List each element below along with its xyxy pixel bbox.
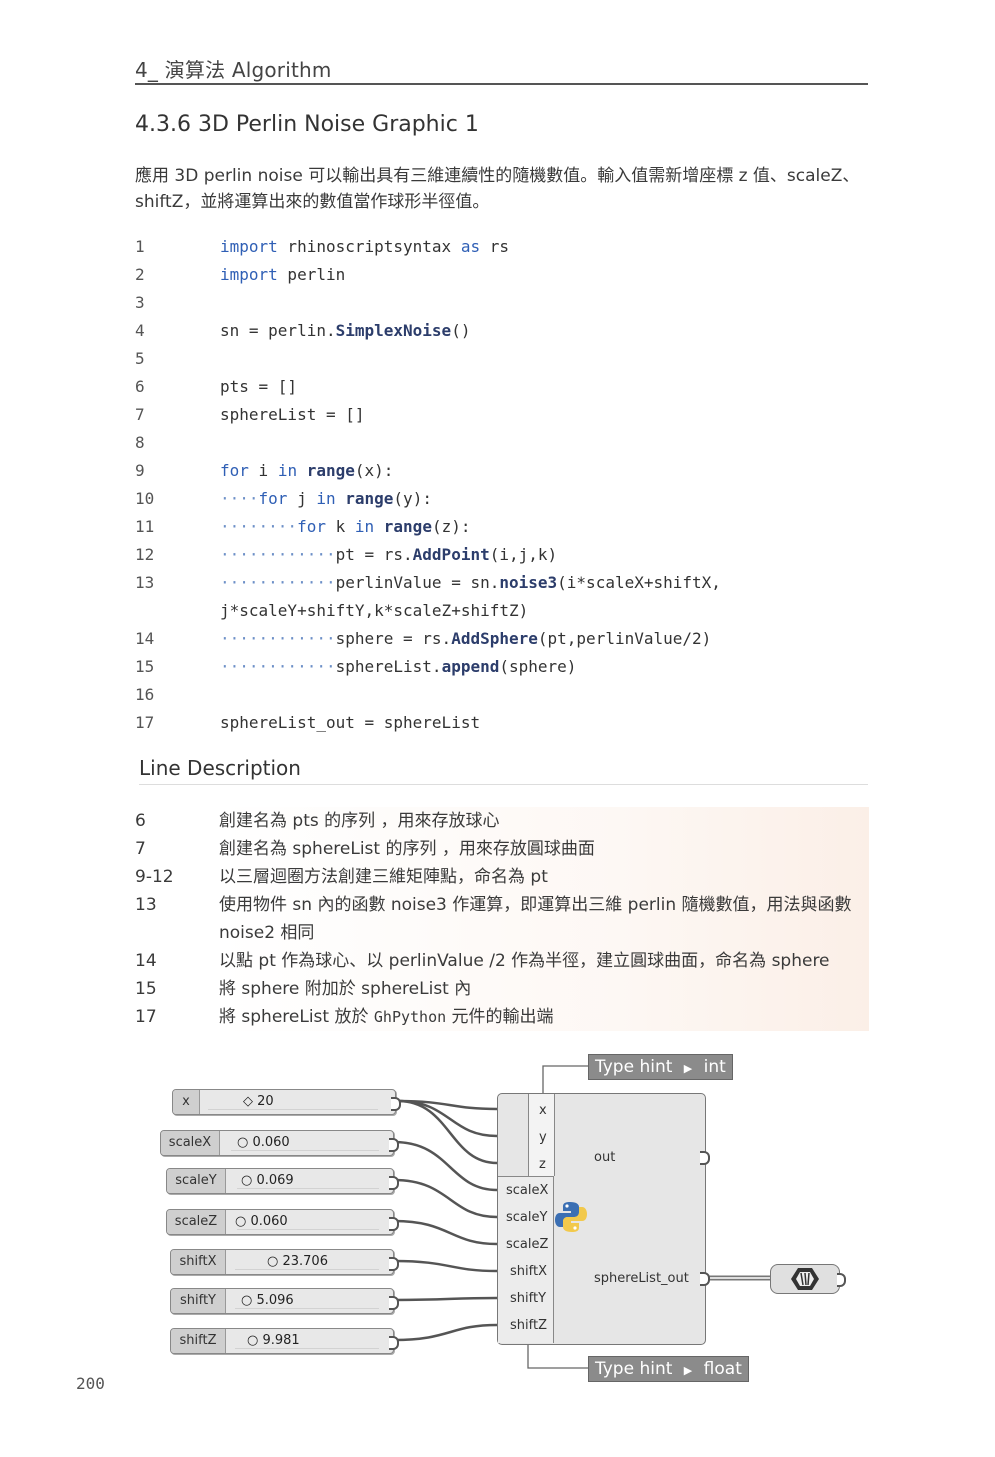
input-scalez[interactable]: scaleZ	[506, 1237, 548, 1252]
wire-scalex	[393, 1140, 498, 1192]
slider-value: ○ 0.060	[237, 1135, 290, 1150]
slider-output-port[interactable]	[389, 1176, 399, 1190]
geometry-param-icon	[791, 1268, 819, 1290]
slider-shiftz[interactable]: shiftZ ○ 9.981	[170, 1328, 399, 1354]
slider-output-port[interactable]	[389, 1257, 399, 1271]
slider-value: ○ 0.069	[241, 1173, 294, 1188]
wire-x-to-z	[397, 1099, 498, 1165]
type-hint-label: Type hint	[595, 1359, 673, 1379]
wire-shiftz	[393, 1323, 498, 1342]
output-out[interactable]: out	[594, 1150, 615, 1165]
input-x[interactable]: x	[539, 1103, 547, 1118]
wire-shifty	[393, 1296, 498, 1302]
python-icon	[555, 1202, 587, 1232]
caret-right-icon: ▶	[683, 1364, 693, 1377]
slider-label: shiftZ	[171, 1329, 226, 1353]
wire-scalez	[393, 1219, 498, 1246]
out-port[interactable]	[700, 1151, 710, 1165]
type-hint-label: Type hint	[595, 1057, 673, 1077]
slider-scaley[interactable]: scaleY ○ 0.069	[166, 1168, 399, 1194]
input-shifty[interactable]: shiftY	[510, 1291, 546, 1306]
page-number: 200	[76, 1374, 105, 1393]
slider-output-port[interactable]	[391, 1097, 401, 1111]
wire-scaley	[393, 1178, 498, 1219]
slider-label: shiftX	[171, 1250, 226, 1274]
slider-output-port[interactable]	[389, 1138, 399, 1152]
slider-output-port[interactable]	[389, 1296, 399, 1310]
slider-output-port[interactable]	[389, 1336, 399, 1350]
slider-scalex[interactable]: scaleX ○ 0.060	[160, 1130, 399, 1156]
slider-label: scaleZ	[167, 1210, 226, 1234]
spherelist-out-port[interactable]	[700, 1272, 710, 1286]
slider-shiftx[interactable]: shiftX ○ 23.706	[170, 1249, 399, 1275]
geometry-param[interactable]	[770, 1264, 846, 1294]
output-spherelist-out[interactable]: sphereList_out	[594, 1271, 689, 1286]
type-hint-bottom[interactable]: Type hint ▶ float	[588, 1356, 749, 1382]
slider-scalez[interactable]: scaleZ ○ 0.060	[166, 1209, 399, 1235]
type-hint-top[interactable]: Type hint ▶ int	[588, 1054, 733, 1080]
input-z[interactable]: z	[539, 1157, 546, 1172]
caret-right-icon: ▶	[683, 1062, 693, 1075]
wires	[393, 1099, 498, 1342]
slider-label: scaleY	[167, 1169, 226, 1193]
slider-x[interactable]: x ◇ 20	[172, 1089, 401, 1115]
input-scalex[interactable]: scaleX	[506, 1183, 548, 1198]
slider-value: ◇ 20	[243, 1094, 274, 1109]
slider-value: ○ 5.096	[241, 1293, 294, 1308]
slider-output-port[interactable]	[389, 1217, 399, 1231]
slider-label: shiftY	[171, 1289, 226, 1313]
type-hint-bottom-connector	[527, 1342, 588, 1369]
ghpython-component[interactable]: x y z scaleX scaleY scaleZ shiftX shiftY…	[497, 1093, 706, 1345]
slider-value: ○ 9.981	[247, 1333, 300, 1348]
slider-value: ○ 23.706	[267, 1254, 328, 1269]
input-shiftx[interactable]: shiftX	[510, 1264, 547, 1279]
slider-shifty[interactable]: shiftY ○ 5.096	[170, 1288, 399, 1314]
slider-label: x	[173, 1090, 200, 1114]
type-hint-value: int	[703, 1057, 726, 1077]
input-y[interactable]: y	[539, 1130, 547, 1145]
input-scaley[interactable]: scaleY	[506, 1210, 547, 1225]
wire-shiftx	[393, 1259, 498, 1273]
slider-value: ○ 0.060	[235, 1214, 288, 1229]
input-shiftz[interactable]: shiftZ	[510, 1318, 547, 1333]
slider-label: scaleX	[161, 1131, 220, 1155]
type-hint-value: float	[703, 1359, 742, 1379]
